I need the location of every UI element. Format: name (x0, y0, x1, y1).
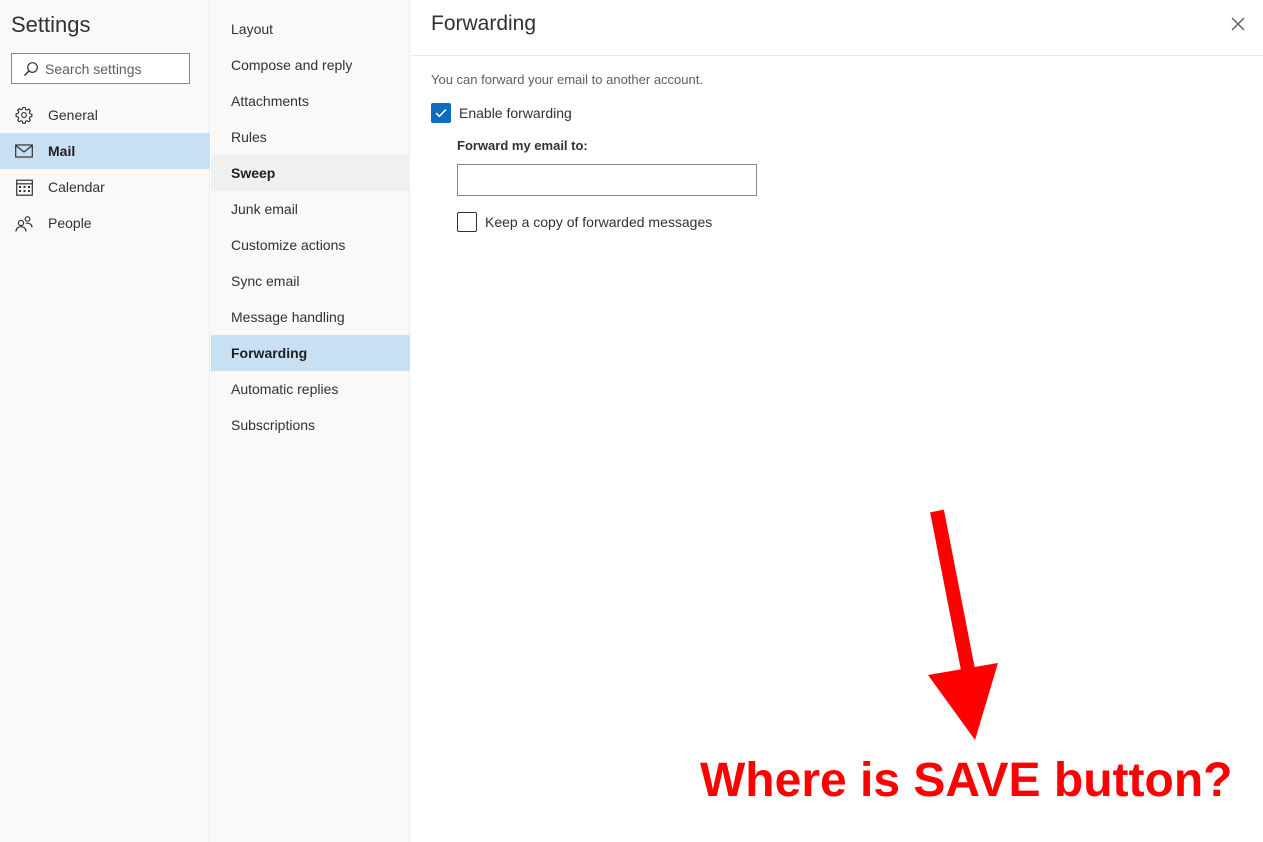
forwarding-description: You can forward your email to another ac… (431, 72, 703, 87)
forwarding-pane: Forwarding You can forward your email to… (411, 0, 1263, 842)
close-icon (1231, 17, 1245, 31)
forward-to-label: Forward my email to: (457, 138, 588, 153)
category-general[interactable]: General (0, 97, 210, 133)
category-label: People (48, 215, 92, 231)
mail-settings-nav: Layout Compose and reply Attachments Rul… (211, 0, 410, 842)
search-settings-input[interactable] (45, 60, 175, 77)
nav-item-sync-email[interactable]: Sync email (211, 263, 410, 299)
annotation-text: Where is SAVE button? (700, 754, 1233, 807)
nav-item-sweep[interactable]: Sweep (211, 155, 410, 191)
category-people[interactable]: People (0, 205, 210, 241)
nav-item-layout[interactable]: Layout (211, 11, 410, 47)
enable-forwarding-row[interactable]: Enable forwarding (431, 103, 572, 123)
header-divider (411, 55, 1263, 56)
nav-item-attachments[interactable]: Attachments (211, 83, 410, 119)
nav-item-rules[interactable]: Rules (211, 119, 410, 155)
mail-icon (14, 141, 34, 161)
people-icon (14, 213, 34, 233)
keep-copy-row[interactable]: Keep a copy of forwarded messages (457, 212, 712, 232)
checkmark-icon (435, 108, 447, 118)
gear-icon (14, 105, 34, 125)
close-button[interactable] (1228, 14, 1248, 34)
category-calendar[interactable]: Calendar (0, 169, 210, 205)
enable-forwarding-checkbox[interactable] (431, 103, 451, 123)
nav-item-customize-actions[interactable]: Customize actions (211, 227, 410, 263)
settings-title: Settings (11, 12, 91, 37)
search-settings-box[interactable] (11, 53, 190, 84)
enable-forwarding-label: Enable forwarding (459, 105, 572, 121)
nav-item-junk-email[interactable]: Junk email (211, 191, 410, 227)
pane-title: Forwarding (431, 12, 537, 35)
red-arrow-annotation (928, 509, 998, 740)
nav-item-automatic-replies[interactable]: Automatic replies (211, 371, 410, 407)
settings-sidebar: Settings General Mail (0, 0, 210, 842)
category-label: Calendar (48, 179, 105, 195)
category-label: General (48, 107, 98, 123)
calendar-icon (14, 177, 34, 197)
nav-item-forwarding[interactable]: Forwarding (211, 335, 410, 371)
nav-item-message-handling[interactable]: Message handling (211, 299, 410, 335)
nav-item-subscriptions[interactable]: Subscriptions (211, 407, 410, 443)
forward-to-email-field[interactable] (457, 164, 757, 196)
category-label: Mail (48, 143, 76, 159)
keep-copy-checkbox[interactable] (457, 212, 477, 232)
nav-item-compose-and-reply[interactable]: Compose and reply (211, 47, 410, 83)
search-icon (24, 61, 38, 76)
keep-copy-label: Keep a copy of forwarded messages (485, 214, 713, 230)
category-mail[interactable]: Mail (0, 133, 210, 169)
